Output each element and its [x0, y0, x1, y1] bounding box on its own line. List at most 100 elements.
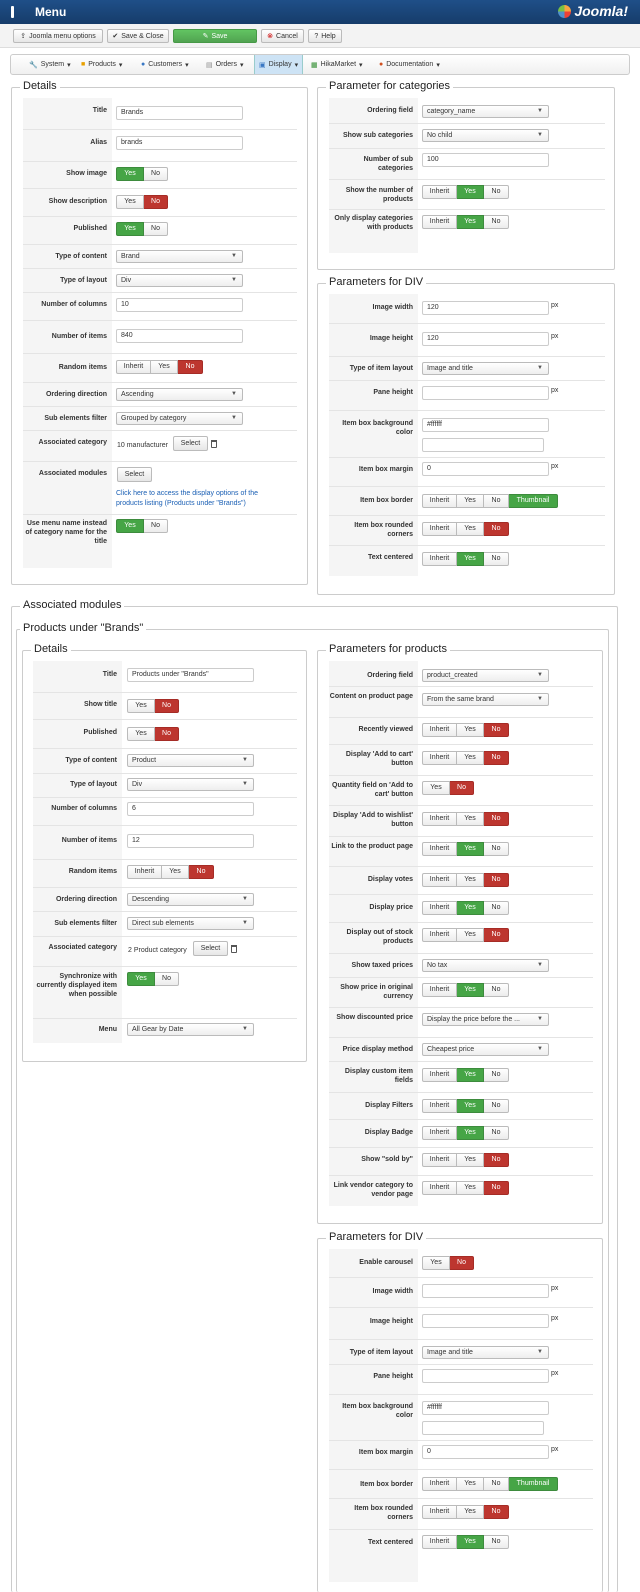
product-items-input[interactable]: 12	[127, 834, 254, 848]
no-option[interactable]: No	[484, 494, 509, 508]
ordering-field-select[interactable]: category_name ▼	[422, 105, 549, 118]
no-option[interactable]: No	[484, 1505, 509, 1519]
yes-option[interactable]: Yes	[457, 215, 484, 229]
yes-option[interactable]: Yes	[457, 901, 484, 915]
inherit-option[interactable]: Inherit	[422, 494, 457, 508]
bg-color-swatch[interactable]	[422, 438, 544, 452]
yes-option[interactable]: Yes	[457, 494, 484, 508]
associated-modules-select-button[interactable]: Select	[117, 467, 152, 482]
yes-option[interactable]: Yes	[151, 360, 178, 374]
thumbnail-option[interactable]: Thumbnail	[509, 1477, 558, 1491]
yes-option[interactable]: Yes	[457, 1099, 484, 1113]
p-ordering-field-select[interactable]: product_created ▼	[422, 669, 549, 682]
show-description-toggle[interactable]: Yes No	[116, 195, 168, 209]
p-bg-color-input[interactable]: #ffffff	[422, 1401, 549, 1415]
no-option[interactable]: No	[155, 727, 179, 741]
yes-option[interactable]: Yes	[457, 1505, 484, 1519]
no-option[interactable]: No	[450, 781, 474, 795]
display-price-toggle[interactable]: Inherit Yes No	[422, 901, 509, 915]
taxed-prices-select[interactable]: No tax ▼	[422, 959, 549, 972]
sub-categories-select[interactable]: No child ▼	[422, 129, 549, 142]
inherit-option[interactable]: Inherit	[422, 522, 457, 536]
product-columns-input[interactable]: 6	[127, 802, 254, 816]
yes-option[interactable]: Yes	[162, 865, 189, 879]
help-button[interactable]: ? Help	[308, 29, 342, 43]
no-option[interactable]: No	[144, 222, 168, 236]
p-box-margin-input[interactable]: 0	[422, 1445, 549, 1459]
no-option[interactable]: No	[484, 751, 509, 765]
no-option[interactable]: No	[484, 522, 509, 536]
trash-icon[interactable]	[211, 440, 217, 448]
yes-option[interactable]: Yes	[422, 1256, 450, 1270]
no-option[interactable]: No	[484, 983, 509, 997]
no-option[interactable]: No	[484, 185, 509, 199]
product-associated-category-select-button[interactable]: Select	[193, 941, 228, 956]
out-of-stock-toggle[interactable]: Inherit Yes No	[422, 928, 509, 942]
inherit-option[interactable]: Inherit	[422, 1181, 457, 1195]
yes-option[interactable]: Yes	[422, 781, 450, 795]
type-layout-select[interactable]: Div ▼	[116, 274, 243, 287]
yes-option[interactable]: Yes	[457, 723, 484, 737]
link-product-page-toggle[interactable]: Inherit Yes No	[422, 842, 509, 856]
no-option[interactable]: No	[155, 972, 179, 986]
menu-orders[interactable]: ▤ Orders ▾	[206, 55, 244, 74]
no-option[interactable]: No	[484, 552, 509, 566]
custom-fields-toggle[interactable]: Inherit Yes No	[422, 1068, 509, 1082]
yes-option[interactable]: Yes	[116, 195, 144, 209]
yes-option[interactable]: Yes	[127, 727, 155, 741]
no-option[interactable]: No	[484, 1068, 509, 1082]
carousel-toggle[interactable]: Yes No	[422, 1256, 474, 1270]
discounted-price-select[interactable]: Display the price before the ... ▼	[422, 1013, 549, 1026]
menu-documentation[interactable]: ● Documentation ▾	[379, 55, 440, 74]
p-bg-color-swatch[interactable]	[422, 1421, 544, 1435]
menu-display[interactable]: ▣ Display ▾	[254, 55, 304, 74]
yes-option[interactable]: Yes	[457, 1181, 484, 1195]
original-currency-toggle[interactable]: Inherit Yes No	[422, 983, 509, 997]
display-votes-toggle[interactable]: Inherit Yes No	[422, 873, 509, 887]
menu-options-button[interactable]: ⇪ Joomla menu options	[13, 29, 103, 43]
p-rounded-corners-toggle[interactable]: Inherit Yes No	[422, 1505, 509, 1519]
inherit-option[interactable]: Inherit	[422, 215, 457, 229]
yes-option[interactable]: Yes	[116, 519, 144, 533]
display-filters-toggle[interactable]: Inherit Yes No	[422, 1099, 509, 1113]
box-margin-input[interactable]: 0	[422, 462, 549, 476]
menu-customers[interactable]: ● Customers ▾	[141, 55, 189, 74]
no-option[interactable]: No	[155, 699, 179, 713]
inherit-option[interactable]: Inherit	[422, 723, 457, 737]
yes-option[interactable]: Yes	[457, 1535, 484, 1549]
pane-height-input[interactable]	[422, 386, 549, 400]
image-width-input[interactable]: 120	[422, 301, 549, 315]
yes-option[interactable]: Yes	[457, 842, 484, 856]
yes-option[interactable]: Yes	[457, 928, 484, 942]
item-layout-select[interactable]: Image and title ▼	[422, 362, 549, 375]
ordering-direction-select[interactable]: Ascending ▼	[116, 388, 243, 401]
p-text-centered-toggle[interactable]: Inherit Yes No	[422, 1535, 509, 1549]
inherit-option[interactable]: Inherit	[422, 1153, 457, 1167]
inherit-option[interactable]: Inherit	[422, 812, 457, 826]
show-title-toggle[interactable]: Yes No	[127, 699, 179, 713]
show-image-toggle[interactable]: Yes No	[116, 167, 168, 181]
product-type-content-select[interactable]: Product ▼	[127, 754, 254, 767]
recently-viewed-toggle[interactable]: Inherit Yes No	[422, 723, 509, 737]
price-method-select[interactable]: Cheapest price ▼	[422, 1043, 549, 1056]
yes-option[interactable]: Yes	[457, 873, 484, 887]
no-option[interactable]: No	[484, 842, 509, 856]
title-input[interactable]: Brands	[116, 106, 243, 120]
display-badge-toggle[interactable]: Inherit Yes No	[422, 1126, 509, 1140]
yes-option[interactable]: Yes	[457, 185, 484, 199]
bg-color-input[interactable]: #ffffff	[422, 418, 549, 432]
inherit-option[interactable]: Inherit	[422, 901, 457, 915]
menu-products[interactable]: ■ Products ▾	[81, 55, 122, 74]
number-sub-categories-input[interactable]: 100	[422, 153, 549, 167]
no-option[interactable]: No	[189, 865, 214, 879]
add-to-cart-toggle[interactable]: Inherit Yes No	[422, 751, 509, 765]
wishlist-toggle[interactable]: Inherit Yes No	[422, 812, 509, 826]
trash-icon[interactable]	[231, 945, 237, 953]
product-title-input[interactable]: Products under "Brands"	[127, 668, 254, 682]
quantity-field-toggle[interactable]: Yes No	[422, 781, 474, 795]
random-items-toggle[interactable]: Inherit Yes No	[116, 360, 203, 374]
yes-option[interactable]: Yes	[457, 1126, 484, 1140]
product-published-toggle[interactable]: Yes No	[127, 727, 179, 741]
no-option[interactable]: No	[484, 1477, 509, 1491]
yes-option[interactable]: Yes	[457, 983, 484, 997]
